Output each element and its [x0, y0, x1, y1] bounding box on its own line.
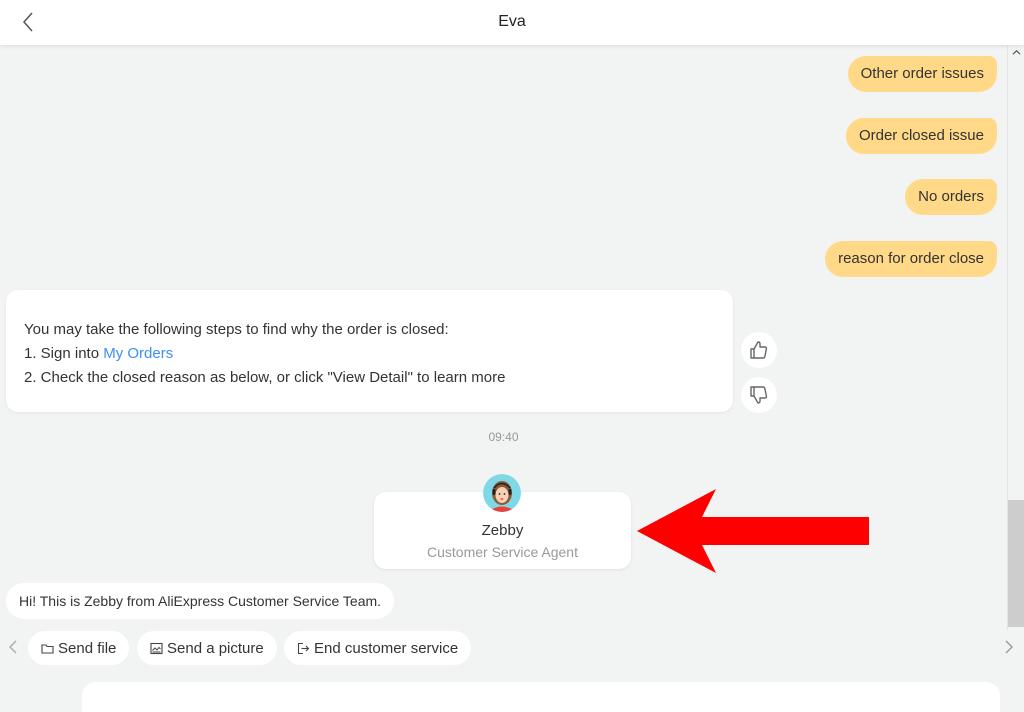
end-customer-service-button[interactable]: End customer service — [284, 631, 472, 665]
quick-actions-next-button[interactable] — [1003, 638, 1017, 658]
agent-name: Zebby — [481, 522, 524, 539]
agent-avatar — [483, 474, 521, 512]
dislike-button[interactable] — [741, 377, 777, 413]
quick-actions-prev-button[interactable] — [7, 638, 21, 658]
message-input[interactable] — [82, 682, 1000, 712]
user-message-bubble[interactable]: Order closed issue — [845, 118, 997, 154]
bot-message-bubble: You may take the following steps to find… — [6, 290, 733, 412]
send-file-label: Send file — [58, 639, 117, 657]
message-timestamp: 09:40 — [488, 430, 519, 444]
bot-message-text: 1. Sign into — [24, 345, 104, 362]
chevron-right-icon — [1005, 640, 1013, 654]
agent-role: Customer Service Agent — [427, 544, 578, 560]
folder-icon — [41, 643, 54, 654]
exit-icon — [297, 642, 310, 654]
send-picture-label: Send a picture — [167, 639, 264, 657]
image-icon — [150, 642, 163, 654]
chat-title: Eva — [498, 13, 526, 30]
send-file-button[interactable]: Send file — [28, 631, 130, 665]
agent-avatar-icon — [483, 474, 521, 512]
scrollbar-thumb[interactable] — [1008, 500, 1024, 627]
user-message-bubble[interactable]: reason for order close — [825, 241, 997, 277]
thumbs-up-icon — [750, 341, 768, 359]
send-picture-button[interactable]: Send a picture — [137, 631, 277, 665]
my-orders-link[interactable]: My Orders — [103, 345, 173, 362]
thumbs-down-icon — [750, 386, 768, 404]
chevron-left-icon — [9, 640, 17, 654]
bot-message-line: You may take the following steps to find… — [24, 321, 449, 338]
like-button[interactable] — [741, 332, 777, 368]
bot-message-line: 2. Check the closed reason as below, or … — [24, 369, 506, 386]
scrollbar[interactable] — [1007, 45, 1024, 630]
chevron-up-icon — [1012, 49, 1020, 55]
message-list: Other order issues Order closed issue No… — [0, 45, 1007, 630]
quick-actions-bar: Send file Send a picture End customer se… — [0, 630, 1024, 668]
chat-header: Eva — [0, 0, 1024, 45]
scroll-up-button[interactable] — [1008, 47, 1024, 61]
user-message-bubble[interactable]: Other order issues — [847, 56, 997, 92]
end-customer-service-label: End customer service — [314, 639, 459, 657]
agent-greeting-bubble: Hi! This is Zebby from AliExpress Custom… — [6, 583, 395, 619]
user-message-bubble[interactable]: No orders — [905, 179, 997, 215]
bot-message-line: 1. Sign into My Orders — [24, 342, 715, 366]
